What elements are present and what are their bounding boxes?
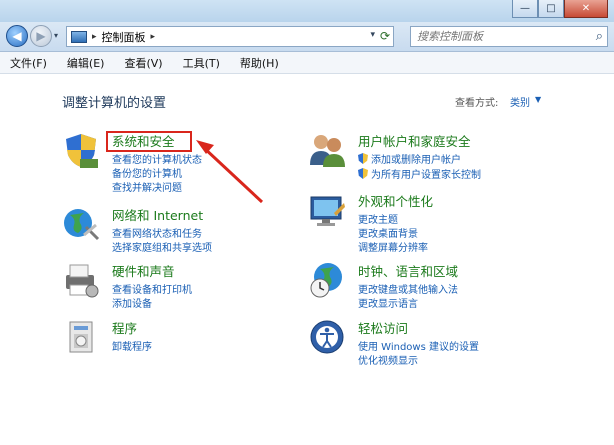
menu-bar: 文件(F) 编辑(E) 查看(V) 工具(T) 帮助(H)	[0, 52, 614, 74]
shield-icon[interactable]	[62, 131, 100, 169]
breadcrumb-separator-icon[interactable]: ▸	[151, 32, 156, 42]
link-view-computer-status[interactable]: 查看您的计算机状态	[112, 151, 202, 166]
category-ease-of-access: 轻松访问 使用 Windows 建议的设置 优化视频显示	[308, 318, 548, 367]
address-toolbar: ◀ ▶ ▾ ▸ 控制面板 ▸ ▾ ⟳ ⌕	[0, 22, 614, 52]
network-globe-icon[interactable]	[62, 205, 100, 243]
link-change-theme[interactable]: 更改主题	[358, 211, 398, 226]
search-icon[interactable]: ⌕	[596, 29, 603, 44]
link-add-remove-users[interactable]: 添加或删除用户帐户	[358, 151, 461, 166]
link-recommended-settings[interactable]: 使用 Windows 建议的设置	[358, 338, 479, 353]
refresh-icon[interactable]: ⟳	[380, 29, 390, 43]
link-text: 添加或删除用户帐户	[371, 155, 461, 166]
uac-shield-icon	[358, 153, 368, 164]
search-box[interactable]: ⌕	[410, 26, 608, 47]
close-button[interactable]: ✕	[564, 0, 608, 18]
link-add-device[interactable]: 添加设备	[112, 295, 152, 310]
view-by-dropdown[interactable]: 类别	[510, 94, 530, 109]
forward-button[interactable]: ▶	[30, 25, 52, 47]
minimize-button[interactable]: —	[512, 0, 538, 18]
annotation-highlight-box	[106, 131, 192, 152]
chevron-down-icon[interactable]: ▼	[535, 95, 541, 104]
breadcrumb-control-panel[interactable]: 控制面板	[102, 29, 146, 45]
category-title[interactable]: 轻松访问	[358, 318, 408, 337]
menu-tools[interactable]: 工具(T)	[183, 55, 220, 71]
programs-icon[interactable]	[62, 318, 100, 356]
window-controls: — □ ✕	[512, 0, 608, 18]
category-programs: 程序 卸载程序	[62, 318, 262, 353]
view-by-label: 查看方式:	[455, 98, 499, 109]
page-title: 调整计算机的设置	[62, 96, 167, 111]
link-network-status[interactable]: 查看网络状态和任务	[112, 225, 202, 240]
category-network: 网络和 Internet 查看网络状态和任务 选择家庭组和共享选项	[62, 205, 262, 254]
menu-view[interactable]: 查看(V)	[124, 55, 162, 71]
breadcrumb-separator-icon[interactable]: ▸	[92, 32, 97, 42]
category-user-accounts: 用户帐户和家庭安全 添加或删除用户帐户 为所有用户设置家长控制	[308, 131, 548, 181]
link-uninstall-program[interactable]: 卸载程序	[112, 338, 152, 353]
link-change-input-method[interactable]: 更改键盘或其他输入法	[358, 281, 458, 296]
category-title[interactable]: 硬件和声音	[112, 261, 175, 280]
monitor-icon[interactable]	[308, 191, 346, 229]
category-title[interactable]: 外观和个性化	[358, 191, 433, 210]
accessibility-icon[interactable]	[308, 318, 346, 356]
category-hardware-sound: 硬件和声音 查看设备和打印机 添加设备	[62, 261, 262, 310]
uac-shield-icon	[358, 168, 368, 179]
menu-help[interactable]: 帮助(H)	[240, 55, 279, 71]
link-homegroup-sharing[interactable]: 选择家庭组和共享选项	[112, 239, 212, 254]
link-change-display-language[interactable]: 更改显示语言	[358, 295, 418, 310]
menu-edit[interactable]: 编辑(E)	[67, 55, 105, 71]
link-text: 为所有用户设置家长控制	[371, 170, 481, 181]
printer-icon[interactable]	[62, 261, 100, 299]
control-panel-icon	[71, 30, 87, 43]
users-icon[interactable]	[308, 131, 346, 169]
link-backup-computer[interactable]: 备份您的计算机	[112, 165, 182, 180]
link-devices-printers[interactable]: 查看设备和打印机	[112, 281, 192, 296]
link-change-background[interactable]: 更改桌面背景	[358, 225, 418, 240]
recent-pages-dropdown-icon[interactable]: ▾	[54, 31, 58, 40]
back-button[interactable]: ◀	[6, 25, 28, 47]
category-title[interactable]: 时钟、语言和区域	[358, 261, 458, 280]
link-optimize-display[interactable]: 优化视频显示	[358, 352, 418, 367]
menu-file[interactable]: 文件(F)	[10, 55, 47, 71]
address-dropdown-icon[interactable]: ▾	[370, 30, 375, 40]
link-adjust-resolution[interactable]: 调整屏幕分辨率	[358, 239, 428, 254]
maximize-button[interactable]: □	[538, 0, 564, 18]
control-panel-content: 调整计算机的设置 查看方式: 类别 ▼ 系统和安全 查看您的计算机状态 备份您的…	[0, 75, 614, 445]
link-parental-controls[interactable]: 为所有用户设置家长控制	[358, 166, 481, 181]
category-title[interactable]: 用户帐户和家庭安全	[358, 131, 471, 150]
search-input[interactable]	[417, 30, 577, 43]
category-appearance: 外观和个性化 更改主题 更改桌面背景 调整屏幕分辨率	[308, 191, 548, 254]
category-clock-region: 时钟、语言和区域 更改键盘或其他输入法 更改显示语言	[308, 261, 548, 310]
category-title[interactable]: 网络和 Internet	[112, 205, 203, 224]
category-title[interactable]: 程序	[112, 318, 137, 337]
globe-clock-icon[interactable]	[308, 261, 346, 299]
window-caption: — □ ✕	[0, 0, 614, 22]
address-bar[interactable]: ▸ 控制面板 ▸ ▾ ⟳	[66, 26, 394, 47]
link-find-fix-problems[interactable]: 查找并解决问题	[112, 179, 182, 194]
